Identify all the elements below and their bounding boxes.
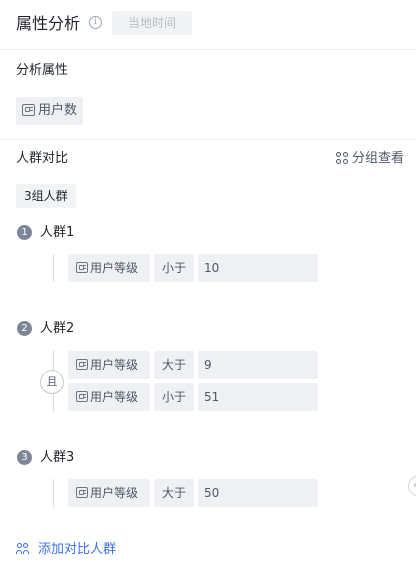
field-icon xyxy=(22,103,35,116)
page-header: 属性分析 i 当地时间 xyxy=(0,0,416,50)
group-name: 人群1 xyxy=(40,225,75,240)
local-time-button[interactable]: 当地时间 xyxy=(112,11,192,35)
group-number-badge: 2 xyxy=(17,321,32,336)
condition-field[interactable]: 用户等级 xyxy=(68,351,150,379)
condition-connector xyxy=(53,254,54,282)
group-name: 人群3 xyxy=(40,450,75,465)
group-name: 人群2 xyxy=(40,321,75,336)
group-view-label: 分组查看 xyxy=(351,151,404,166)
field-icon xyxy=(76,391,88,402)
condition-field[interactable]: 用户等级 xyxy=(68,254,150,282)
field-icon xyxy=(76,262,88,273)
users-icon xyxy=(16,542,30,555)
group-count-badge: 3组人群 xyxy=(16,184,76,208)
condition-operator[interactable]: 小于 xyxy=(154,254,194,282)
group-view-button[interactable]: 分组查看 xyxy=(335,150,404,168)
analysis-attribute-label: 分析属性 xyxy=(16,63,69,78)
condition-field-label: 用户等级 xyxy=(90,486,139,500)
crowd-compare-label: 人群对比 xyxy=(16,151,69,166)
condition-value[interactable]: 10 xyxy=(198,254,318,282)
condition-value[interactable]: 50 xyxy=(198,479,318,507)
add-compare-group-label: 添加对比人群 xyxy=(38,542,117,557)
condition-field-label: 用户等级 xyxy=(90,261,139,275)
condition-field[interactable]: 用户等级 xyxy=(68,383,150,411)
group-number-badge: 3 xyxy=(17,450,32,465)
condition-operator[interactable]: 大于 xyxy=(154,351,194,379)
field-icon xyxy=(76,487,88,498)
metric-chip[interactable]: 用户数 xyxy=(16,97,84,125)
metric-label: 用户数 xyxy=(38,103,78,118)
condition-connector xyxy=(53,479,54,507)
page-title: 属性分析 xyxy=(16,14,81,33)
condition-value[interactable]: 51 xyxy=(198,383,318,411)
condition-value[interactable]: 9 xyxy=(198,351,318,379)
add-compare-group-button[interactable]: 添加对比人群 xyxy=(16,541,116,559)
grid-icon xyxy=(335,151,348,164)
and-toggle[interactable]: 且 xyxy=(40,370,64,394)
field-icon xyxy=(76,359,88,370)
section-divider xyxy=(0,139,416,140)
info-icon[interactable]: i xyxy=(89,16,102,29)
collapse-chevron-icon[interactable]: ‹ xyxy=(408,476,416,496)
condition-operator[interactable]: 小于 xyxy=(154,383,194,411)
condition-field[interactable]: 用户等级 xyxy=(68,479,150,507)
condition-field-label: 用户等级 xyxy=(90,390,139,404)
group-number-badge: 1 xyxy=(17,225,32,240)
condition-operator[interactable]: 大于 xyxy=(154,479,194,507)
condition-field-label: 用户等级 xyxy=(90,358,139,372)
